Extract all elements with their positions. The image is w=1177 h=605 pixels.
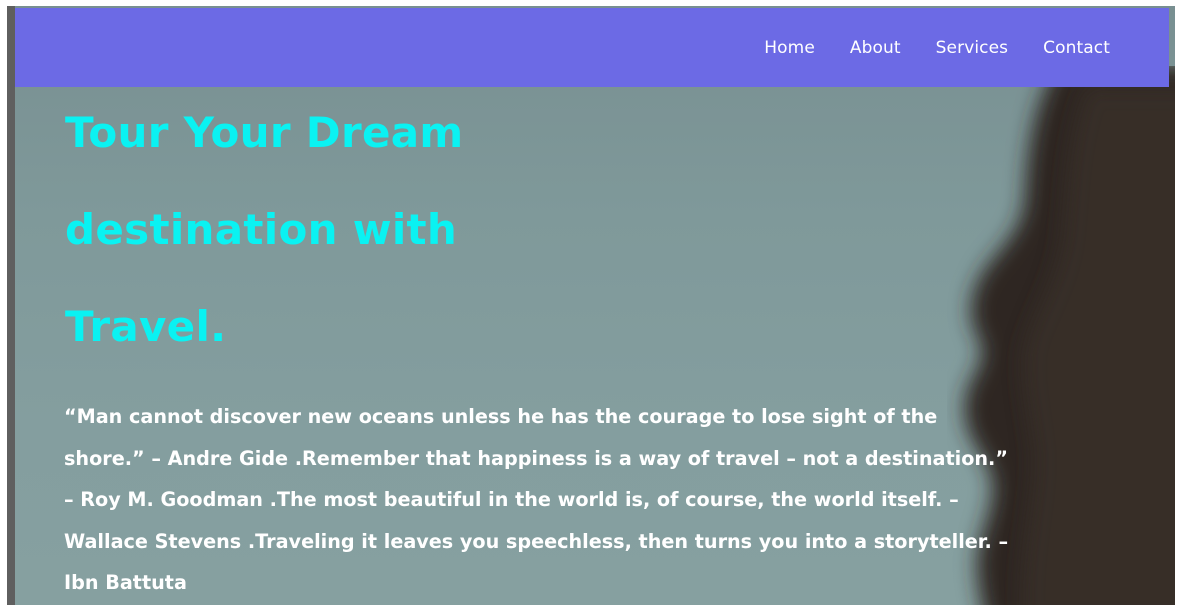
page-frame: Home About Services Contact Tour Your Dr… — [7, 6, 1175, 605]
hero-title-line: Travel. — [65, 302, 227, 351]
top-navbar: Home About Services Contact — [15, 8, 1169, 87]
hero-title-line: Tour Your Dream — [65, 108, 464, 157]
nav-link-contact[interactable]: Contact — [1043, 38, 1110, 58]
hero-title-line: destination with — [65, 205, 458, 254]
nav-link-services[interactable]: Services — [936, 38, 1009, 58]
frame-left-edge — [7, 6, 15, 605]
nav-link-home[interactable]: Home — [764, 38, 815, 58]
nav-link-about[interactable]: About — [850, 38, 901, 58]
hero-quote-text: “Man cannot discover new oceans unless h… — [64, 405, 1009, 594]
hero-title: Tour Your Dream destination with Travel. — [65, 84, 585, 375]
nav-links: Home About Services Contact — [729, 8, 1110, 87]
